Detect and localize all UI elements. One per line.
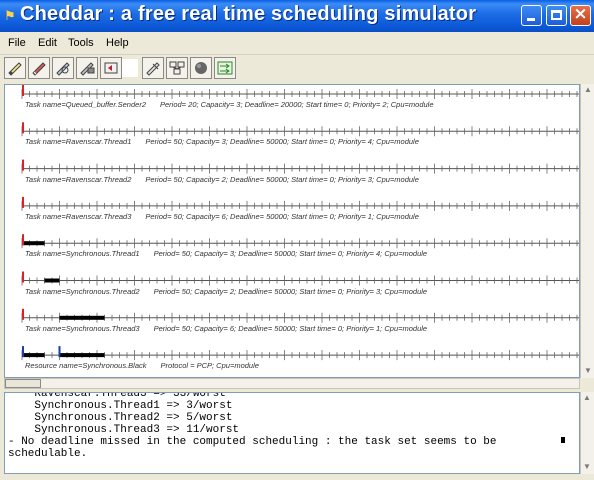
execution-bar — [22, 353, 45, 358]
timeline-label: Task name=Synchronous.Thread3 Period= 50;… — [25, 324, 427, 333]
timeline-label: Resource name=Synchronous.Black Protocol … — [25, 361, 259, 370]
execution-bar — [59, 353, 105, 358]
window-title: Cheddar : a free real time scheduling si… — [20, 3, 477, 25]
execution-bar — [44, 278, 60, 283]
console-line: Ravenscar.Thread3 => 33/worst — [8, 392, 226, 400]
toolbar — [0, 55, 594, 84]
maximize-button[interactable] — [546, 5, 567, 26]
edit-system-button[interactable] — [4, 57, 26, 79]
next-button[interactable] — [214, 57, 236, 79]
scroll-down-icon[interactable]: ▼ — [583, 366, 593, 376]
entity-params: Period= 50; Capacity= 6; Deadline= 50000… — [153, 323, 428, 333]
stop-button[interactable] — [100, 57, 122, 79]
entity-params: Period= 50; Capacity= 6; Deadline= 50000… — [145, 211, 419, 221]
minimize-icon — [527, 18, 535, 21]
close-icon: × — [573, 4, 588, 24]
edit-resources-icon — [56, 62, 70, 76]
stop-icon — [104, 62, 118, 74]
entity-params: Period= 50; Capacity= 3; Deadline= 50000… — [153, 249, 428, 259]
menu-tools[interactable]: Tools — [68, 37, 94, 49]
console-line: - No deadline missed in the computed sch… — [8, 436, 497, 448]
horizontal-scroll-thumb[interactable] — [5, 379, 41, 388]
execution-bar — [59, 315, 105, 320]
console-line: Synchronous.Thread3 => 11/worst — [8, 424, 240, 436]
output-console[interactable]: Ravenscar.Thread3 => 33/worst Synchronou… — [4, 392, 580, 474]
timeline-label: Task name=Queued_buffer.Sender2 Period= 2… — [25, 100, 434, 109]
scheduling-timeline-panel[interactable]: Task name=Queued_buffer.Sender2 Period= 2… — [4, 84, 580, 378]
timeline-label: Task name=Synchronous.Thread2 Period= 50;… — [25, 287, 427, 296]
scheduling-icon — [195, 62, 207, 74]
window-bottom-border — [0, 474, 594, 480]
minimize-button[interactable] — [521, 5, 542, 26]
cheddar-app-icon[interactable]: ⚑ — [4, 8, 18, 24]
menu-file[interactable]: File — [8, 37, 26, 49]
entity-name: Resource name=Synchronous.Black — [25, 361, 147, 371]
entity-name: Task name=Ravenscar.Thread1 — [25, 137, 132, 147]
timeline-label: Task name=Ravenscar.Thread2 Period= 50; C… — [25, 175, 419, 184]
toolbar-spacer — [122, 59, 138, 77]
console-vertical-scrollbar[interactable]: ▲ ▼ — [580, 392, 594, 474]
text-cursor — [561, 437, 565, 443]
console-line: Synchronous.Thread1 => 3/worst — [8, 400, 233, 412]
execution-bar — [22, 241, 45, 246]
console-line: Synchronous.Thread2 => 5/worst — [8, 412, 233, 424]
timeline-label: Task name=Synchronous.Thread1 Period= 50;… — [25, 249, 427, 258]
edit-tasks-icon — [32, 62, 46, 76]
entity-params: Period= 50; Capacity= 3; Deadline= 50000… — [145, 137, 419, 147]
scroll-up-icon[interactable]: ▲ — [583, 85, 593, 95]
console-scroll-down-icon[interactable]: ▼ — [583, 462, 591, 471]
entity-name: Task name=Ravenscar.Thread3 — [25, 211, 132, 221]
scroll-corner — [580, 378, 594, 389]
menu-help[interactable]: Help — [106, 37, 129, 49]
menu-edit[interactable]: Edit — [38, 37, 57, 49]
maximize-icon — [551, 10, 562, 20]
entity-name: Task name=Synchronous.Thread1 — [25, 249, 140, 259]
entity-name: Task name=Queued_buffer.Sender2 — [25, 100, 146, 109]
feasibility-button[interactable] — [166, 57, 188, 79]
run-simulation-icon — [146, 62, 160, 76]
next-icon — [217, 61, 233, 75]
run-simulation-button[interactable] — [142, 57, 164, 79]
entity-params: Period= 50; Capacity= 2; Deadline= 50000… — [153, 286, 428, 296]
entity-name: Task name=Ravenscar.Thread2 — [25, 174, 132, 184]
entity-name: Task name=Synchronous.Thread2 — [25, 286, 140, 296]
edit-messages-icon — [80, 62, 95, 76]
edit-system-icon — [8, 62, 22, 76]
edit-resources-button[interactable] — [52, 57, 74, 79]
console-line: schedulable. — [8, 448, 88, 460]
scheduling-button[interactable] — [190, 57, 212, 79]
timeline-horizontal-scrollbar[interactable] — [4, 378, 580, 389]
edit-tasks-button[interactable] — [28, 57, 50, 79]
entity-name: Task name=Synchronous.Thread3 — [25, 323, 140, 333]
close-button[interactable]: × — [570, 4, 591, 26]
edit-messages-button[interactable] — [76, 57, 98, 79]
timeline-label: Task name=Ravenscar.Thread3 Period= 50; C… — [25, 212, 419, 221]
feasibility-icon — [169, 61, 185, 75]
timeline-vertical-scrollbar[interactable]: ▲ ▼ — [580, 84, 594, 378]
timeline-label: Task name=Ravenscar.Thread1 Period= 50; C… — [25, 137, 419, 146]
entity-params: Period= 20; Capacity= 3; Deadline= 20000… — [160, 100, 434, 109]
entity-params: Protocol = PCP; Cpu=module — [160, 361, 259, 371]
title-bar[interactable]: ⚑ Cheddar : a free real time scheduling … — [0, 0, 594, 32]
timeline-canvas — [21, 85, 579, 361]
console-scroll-up-icon[interactable]: ▲ — [583, 393, 591, 402]
entity-params: Period= 50; Capacity= 2; Deadline= 50000… — [145, 174, 419, 184]
menu-bar: File Edit Tools Help — [0, 32, 594, 55]
